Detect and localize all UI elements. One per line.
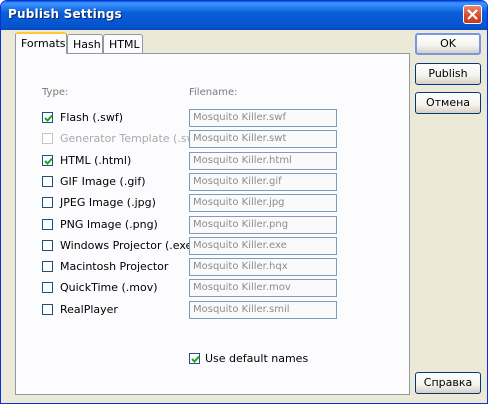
tab-formats-label: Formats bbox=[21, 37, 66, 50]
checkmark-icon bbox=[44, 157, 53, 165]
format-checkbox[interactable] bbox=[42, 282, 53, 293]
format-label: GIF Image (.gif) bbox=[60, 175, 146, 188]
close-button[interactable] bbox=[463, 5, 482, 24]
format-row: RealPlayer Mosquito Killer.smil bbox=[16, 301, 346, 319]
filename-field[interactable]: Mosquito Killer.exe bbox=[189, 237, 337, 255]
publish-button[interactable]: Publish bbox=[415, 63, 481, 85]
format-row: HTML (.html) Mosquito Killer.html bbox=[16, 152, 346, 170]
filename-field[interactable]: Mosquito Killer.swt bbox=[189, 130, 337, 148]
filename-field[interactable]: Mosquito Killer.jpg bbox=[189, 194, 337, 212]
filename-field[interactable]: Mosquito Killer.gif bbox=[189, 173, 337, 191]
cancel-button[interactable]: Отмена bbox=[415, 92, 481, 114]
tab-hash-label: Hash bbox=[73, 38, 101, 51]
format-label: Windows Projector (.exe) bbox=[60, 239, 197, 252]
formats-panel: Type: Filename: Flash (.swf) Mosquito Kil… bbox=[15, 53, 410, 395]
format-label: Generator Template (.swt) bbox=[60, 132, 205, 145]
format-label: Macintosh Projector bbox=[60, 260, 169, 273]
format-row: Macintosh Projector Mosquito Killer.hqx bbox=[16, 258, 346, 276]
use-default-names-label: Use default names bbox=[205, 352, 309, 365]
tab-html[interactable]: HTML bbox=[103, 34, 143, 53]
close-icon bbox=[467, 9, 478, 20]
type-column-header: Type: bbox=[42, 87, 69, 98]
filename-field[interactable]: Mosquito Killer.mov bbox=[189, 279, 337, 297]
filename-field[interactable]: Mosquito Killer.swf bbox=[189, 109, 337, 127]
format-checkbox[interactable] bbox=[42, 240, 53, 251]
format-label: JPEG Image (.jpg) bbox=[60, 196, 156, 209]
format-label: PNG Image (.png) bbox=[60, 218, 158, 231]
format-label: RealPlayer bbox=[60, 303, 118, 316]
tab-formats[interactable]: Formats bbox=[15, 32, 67, 54]
format-checkbox[interactable] bbox=[42, 197, 53, 208]
filename-field[interactable]: Mosquito Killer.hqx bbox=[189, 258, 337, 276]
publish-settings-dialog: Publish Settings Formats Hash HTML Type:… bbox=[0, 0, 488, 404]
format-checkbox bbox=[42, 133, 53, 144]
format-label: QuickTime (.mov) bbox=[60, 281, 158, 294]
tab-hash[interactable]: Hash bbox=[67, 34, 103, 53]
format-row: Flash (.swf) Mosquito Killer.swf bbox=[16, 109, 346, 127]
format-checkbox[interactable] bbox=[42, 219, 53, 230]
format-label: HTML (.html) bbox=[60, 154, 132, 167]
window-title: Publish Settings bbox=[8, 7, 122, 21]
format-row: PNG Image (.png) Mosquito Killer.png bbox=[16, 216, 346, 234]
format-checkbox[interactable] bbox=[42, 304, 53, 315]
format-checkbox[interactable] bbox=[42, 176, 53, 187]
format-row: QuickTime (.mov) Mosquito Killer.mov bbox=[16, 279, 346, 297]
use-default-names-row: Use default names bbox=[16, 352, 316, 368]
checkmark-icon bbox=[44, 114, 53, 122]
use-default-names-checkbox[interactable] bbox=[189, 353, 200, 364]
filename-field[interactable]: Mosquito Killer.png bbox=[189, 216, 337, 234]
filename-field[interactable]: Mosquito Killer.html bbox=[189, 152, 337, 170]
format-checkbox[interactable] bbox=[42, 112, 53, 123]
format-row: JPEG Image (.jpg) Mosquito Killer.jpg bbox=[16, 194, 346, 212]
filename-column-header: Filename: bbox=[189, 87, 238, 98]
help-button[interactable]: Справка bbox=[415, 372, 481, 394]
dialog-body: Formats Hash HTML Type: Filename: Flash … bbox=[4, 30, 484, 400]
checkmark-icon bbox=[191, 355, 200, 363]
format-checkbox[interactable] bbox=[42, 261, 53, 272]
title-bar[interactable]: Publish Settings bbox=[1, 1, 487, 30]
ok-button[interactable]: OK bbox=[415, 33, 481, 55]
format-row: Windows Projector (.exe) Mosquito Killer.… bbox=[16, 237, 346, 255]
format-row: GIF Image (.gif) Mosquito Killer.gif bbox=[16, 173, 346, 191]
format-row: Generator Template (.swt) Mosquito Killer… bbox=[16, 130, 346, 148]
filename-field[interactable]: Mosquito Killer.smil bbox=[189, 301, 337, 319]
format-checkbox[interactable] bbox=[42, 155, 53, 166]
format-label: Flash (.swf) bbox=[60, 111, 124, 124]
tab-html-label: HTML bbox=[109, 38, 140, 51]
